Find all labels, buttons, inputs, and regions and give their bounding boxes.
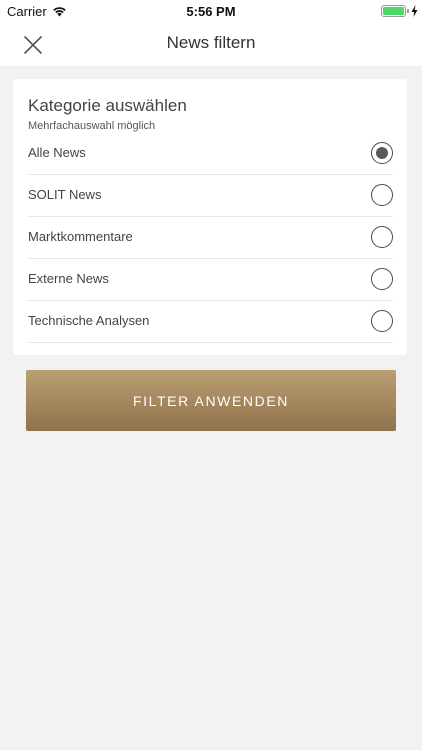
battery-icon <box>381 5 406 17</box>
option-label: Technische Analysen <box>28 313 150 328</box>
radio-button[interactable] <box>371 310 393 332</box>
option-label: Alle News <box>28 145 86 160</box>
category-title: Kategorie auswählen <box>28 96 187 115</box>
radio-button[interactable] <box>371 184 393 206</box>
battery-fill <box>383 7 404 15</box>
option-label: Externe News <box>28 271 109 286</box>
page-title: News filtern <box>166 33 256 52</box>
status-bar: Carrier 5:56 PM <box>0 0 422 22</box>
navigation-bar: News filtern <box>0 22 422 66</box>
option-alle-news[interactable]: Alle News <box>28 133 393 175</box>
bolt-icon <box>411 5 418 17</box>
status-time: 5:56 PM <box>186 4 236 19</box>
option-label: SOLIT News <box>28 187 102 202</box>
battery-tip <box>407 9 409 13</box>
option-marktkommentare[interactable]: Marktkommentare <box>28 217 393 259</box>
option-label: Marktkommentare <box>28 229 133 244</box>
apply-filter-button[interactable]: FILTER ANWENDEN <box>26 370 396 431</box>
category-filter-card: Kategorie auswählen Mehrfachauswahl mögl… <box>13 79 407 355</box>
option-externe-news[interactable]: Externe News <box>28 259 393 301</box>
radio-button[interactable] <box>371 268 393 290</box>
radio-button[interactable] <box>371 142 393 164</box>
option-technische-analysen[interactable]: Technische Analysen <box>28 301 393 343</box>
radio-selected-dot <box>376 147 388 159</box>
option-solit-news[interactable]: SOLIT News <box>28 175 393 217</box>
radio-button[interactable] <box>371 226 393 248</box>
category-subtitle: Mehrfachauswahl möglich <box>28 120 156 132</box>
